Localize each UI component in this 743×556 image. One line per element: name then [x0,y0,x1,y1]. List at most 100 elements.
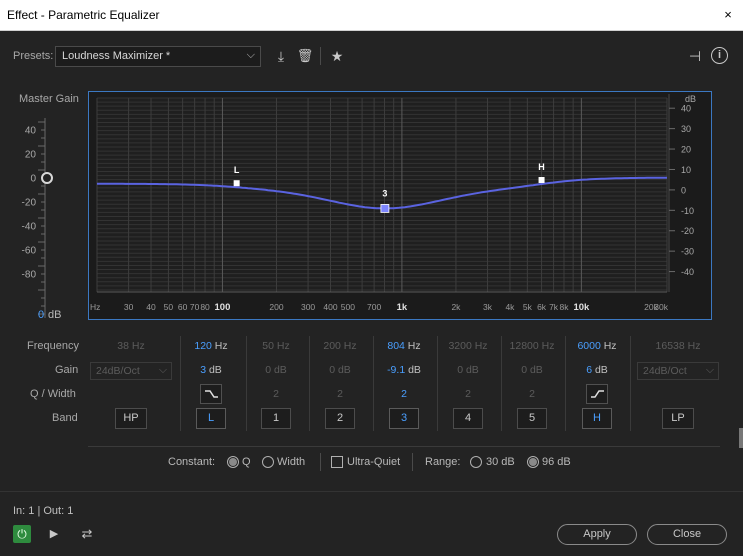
freq-tick-label: Hz [90,302,100,312]
frequency-value[interactable]: 200 [323,340,341,352]
band-1-q[interactable]: 2 [256,388,296,400]
band-node-3[interactable] [380,204,390,213]
band-node-H[interactable] [538,177,545,184]
gain-unit: dB [206,364,222,376]
frequency-value[interactable]: 3200 [448,340,471,352]
master-gain-tick-label: -80 [22,270,37,281]
freq-tick-label: 50 [164,302,174,312]
db-scale-label: -30 [681,247,694,257]
close-button[interactable]: Close [647,524,727,545]
frequency-unit: Hz [340,340,357,352]
info-icon[interactable]: i [711,47,728,64]
frequency-row-label: Frequency [27,340,79,352]
band-1-button[interactable]: 1 [261,408,291,429]
constant-width-radio[interactable] [262,456,274,468]
range-30-label: 30 dB [486,456,515,468]
band-3-frequency[interactable]: 804 Hz [372,340,436,352]
band-1-gain[interactable]: 0 dB [244,364,308,376]
frequency-unit: Hz [404,340,421,352]
band-5-frequency[interactable]: 12800 Hz [500,340,564,352]
band-3-gain[interactable]: -9.1 dB [372,364,436,376]
gain-unit: dB [271,364,287,376]
ultra-quiet-checkbox[interactable] [331,456,343,468]
band-node-label: H [538,162,545,172]
band-LP-button[interactable]: LP [662,408,694,429]
db-scale-label: -40 [681,267,694,277]
apply-button[interactable]: Apply [557,524,637,545]
favorite-star-icon[interactable]: ★ [328,47,346,65]
frequency-value[interactable]: 804 [387,340,405,352]
band-node-L[interactable] [233,180,240,187]
range-30-radio[interactable] [470,456,482,468]
frequency-value[interactable]: 12800 [510,340,539,352]
freq-tick-label: 8k [559,302,569,312]
band-4-button[interactable]: 4 [453,408,483,429]
loop-playback-icon[interactable]: ⇄ [78,525,96,543]
band-2-frequency[interactable]: 200 Hz [308,340,372,352]
frequency-value[interactable]: 120 [194,340,212,352]
slope-value: 24dB/Oct [643,365,687,377]
frequency-value[interactable]: 16538 [656,340,685,352]
band-2-q[interactable]: 2 [320,388,360,400]
master-gain-slider[interactable]: 40 20 0 -20 -40 -60 -80 [14,118,74,323]
band-1-frequency[interactable]: 50 Hz [244,340,308,352]
play-icon[interactable]: ▶ [45,525,63,543]
gain-value[interactable]: -9.1 [387,364,405,376]
band-4-q[interactable]: 2 [448,388,488,400]
freq-tick-label: 40 [146,302,156,312]
master-gain-value[interactable]: 0 [38,309,44,321]
freq-tick-label: 80 [200,302,210,312]
band-5-q[interactable]: 2 [512,388,552,400]
power-icon[interactable]: ⏻ [13,525,31,543]
frequency-value[interactable]: 6000 [577,340,600,352]
frequency-value[interactable]: 38 [117,340,129,352]
band-4-frequency[interactable]: 3200 Hz [436,340,500,352]
freq-tick-label: 1k [397,302,408,313]
save-preset-icon[interactable]: ⤓ [272,47,290,65]
frequency-value[interactable]: 50 [262,340,274,352]
master-gain-tick-label: -20 [22,198,37,209]
master-gain-knob[interactable] [41,172,53,184]
freq-tick-label: 4k [505,302,515,312]
delete-preset-icon[interactable]: 🗑 [296,47,314,65]
band-HP-button[interactable]: HP [115,408,147,429]
slope-value: 24dB/Oct [96,365,140,377]
band-LP-slope-dropdown[interactable]: 24dB/Oct ⌵ [637,362,719,380]
presets-dropdown[interactable]: Loudness Maximizer * ⌵ [55,46,261,67]
band-H-button[interactable]: H [582,408,612,429]
band-5-button[interactable]: 5 [517,408,547,429]
band-L-button[interactable]: L [196,408,226,429]
range-96-radio[interactable] [527,456,539,468]
gain-row-label: Gain [55,364,79,376]
presets-value: Loudness Maximizer * [62,50,171,62]
band-3-q[interactable]: 2 [384,388,424,400]
low-shelf-icon[interactable] [200,384,222,404]
band-5-gain[interactable]: 0 dB [500,364,564,376]
band-LP-frequency[interactable]: 16538 Hz [646,340,710,352]
close-window-icon[interactable]: × [720,7,736,23]
band-HP-slope-dropdown[interactable]: 24dB/Oct ⌵ [90,362,172,380]
bands-divider [88,446,720,447]
scrollbar-handle[interactable] [739,428,743,448]
band-2-gain[interactable]: 0 dB [308,364,372,376]
range-label: Range: [425,456,461,468]
range-96-label: 96 dB [542,456,571,468]
constant-q-radio[interactable] [227,456,239,468]
band-2-button[interactable]: 2 [325,408,355,429]
master-gain-unit: dB [48,309,62,321]
band-H-gain[interactable]: 6 dB [565,364,629,376]
band-L-frequency[interactable]: 120 Hz [179,340,243,352]
band-3-button[interactable]: 3 [389,408,419,429]
freq-tick-label: 700 [367,302,381,312]
master-gain-tick-label: 0 [30,174,36,185]
eq-graph[interactable]: dB 40 30 20 10 0 -10 -20 -30 -40 Hz 30 40 50 60 70 80 100… [88,91,712,320]
frequency-unit: Hz [600,340,617,352]
band-L-gain[interactable]: 3 dB [179,364,243,376]
band-HP-frequency[interactable]: 38 Hz [99,340,163,352]
freq-tick-label: 10k [573,302,590,313]
high-shelf-icon[interactable] [586,384,608,404]
routing-icon[interactable]: ⊣ [686,47,704,65]
band-4-gain[interactable]: 0 dB [436,364,500,376]
band-H-frequency[interactable]: 6000 Hz [565,340,629,352]
master-gain-tick-label: 40 [25,126,37,137]
